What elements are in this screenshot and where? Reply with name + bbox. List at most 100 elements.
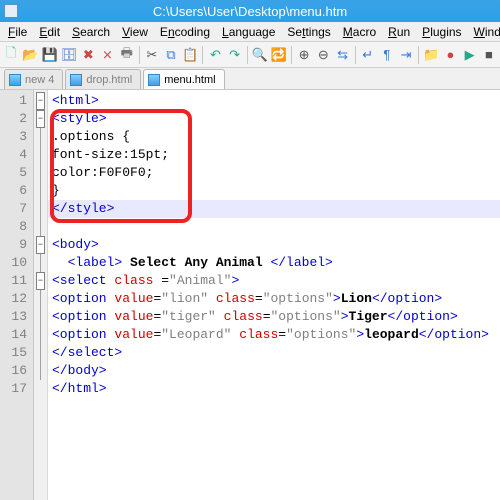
find-icon[interactable]: 🔍 [251, 45, 269, 65]
play-icon[interactable]: ▶ [461, 45, 479, 65]
toolbar-separator [247, 46, 248, 64]
code-line[interactable]: <style> [52, 110, 496, 128]
code-line[interactable]: <body> [52, 236, 496, 254]
record-icon[interactable]: ● [441, 45, 459, 65]
file-icon [70, 74, 82, 86]
fold-cell[interactable]: − [34, 92, 47, 110]
fold-cell[interactable]: − [34, 110, 47, 128]
code-line[interactable]: } [52, 182, 496, 200]
menu-edit[interactable]: Edit [33, 23, 66, 41]
line-number: 14 [0, 326, 33, 344]
code-line[interactable]: .options { [52, 128, 496, 146]
line-number: 7 [0, 200, 33, 218]
code-line[interactable]: color:F0F0F0; [52, 164, 496, 182]
line-number: 11 [0, 272, 33, 290]
cut-icon[interactable]: ✂ [143, 45, 161, 65]
fold-cell [34, 128, 47, 146]
line-number: 6 [0, 182, 33, 200]
redo-icon[interactable]: ↷ [226, 45, 244, 65]
fold-cell[interactable]: − [34, 236, 47, 254]
menu-window[interactable]: Window [468, 23, 500, 41]
code-line[interactable]: <option value="Leopard" class="options">… [52, 326, 496, 344]
tab-new-4[interactable]: new 4 [4, 69, 63, 89]
title-bar: C:\Users\User\Desktop\menu.htm [0, 0, 500, 22]
code-line[interactable]: </select> [52, 344, 496, 362]
line-number: 15 [0, 344, 33, 362]
code-area[interactable]: <html><style>.options {font-size:15pt;co… [48, 90, 500, 500]
menu-encoding[interactable]: Encoding [154, 23, 216, 41]
sync-icon[interactable]: ⇆ [333, 45, 351, 65]
copy-icon[interactable]: ⧉ [162, 45, 180, 65]
new-file-icon[interactable]: 🗋 [2, 45, 20, 65]
fold-cell [34, 326, 47, 344]
fold-column[interactable]: −−−− [34, 90, 48, 500]
file-icon [148, 74, 160, 86]
fold-cell [34, 254, 47, 272]
menu-settings[interactable]: Settings [281, 23, 336, 41]
fold-cell [34, 380, 47, 398]
fold-cell [34, 218, 47, 236]
open-file-icon[interactable]: 📂 [21, 45, 39, 65]
tab-menu-html[interactable]: menu.html [143, 69, 224, 89]
toolbar: 🗋📂💾🗄✖⨯🖶 ✂⧉📋 ↶↷ 🔍🔁 ⊕⊖⇆ ↵¶⇥ 📁●▶■ [0, 42, 500, 68]
tab-label: new 4 [25, 74, 54, 86]
code-line[interactable]: <option value="tiger" class="options">Ti… [52, 308, 496, 326]
fold-guide [40, 128, 41, 146]
print-icon[interactable]: 🖶 [118, 45, 136, 65]
close-icon[interactable]: ✖ [79, 45, 97, 65]
fold-toggle-icon[interactable]: − [36, 236, 45, 254]
fold-toggle-icon[interactable]: − [36, 92, 45, 110]
menu-language[interactable]: Language [216, 23, 281, 41]
code-line[interactable]: </html> [52, 380, 496, 398]
line-number: 12 [0, 290, 33, 308]
tab-drop-html[interactable]: drop.html [65, 69, 141, 89]
fold-guide [40, 200, 41, 218]
stop-icon[interactable]: ■ [480, 45, 498, 65]
code-line[interactable]: <option value="lion" class="options">Lio… [52, 290, 496, 308]
fold-guide [40, 344, 41, 362]
folder-icon[interactable]: 📁 [422, 45, 440, 65]
code-line[interactable]: </body> [52, 362, 496, 380]
menu-plugins[interactable]: Plugins [416, 23, 467, 41]
menu-file[interactable]: File [2, 23, 33, 41]
menu-search[interactable]: Search [66, 23, 116, 41]
fold-cell [34, 308, 47, 326]
fold-cell[interactable]: − [34, 272, 47, 290]
paste-icon[interactable]: 📋 [181, 45, 199, 65]
zoom-out-icon[interactable]: ⊖ [314, 45, 332, 65]
line-number: 4 [0, 146, 33, 164]
menu-view[interactable]: View [116, 23, 154, 41]
menu-run[interactable]: Run [382, 23, 416, 41]
showall-icon[interactable]: ¶ [378, 45, 396, 65]
line-number: 8 [0, 218, 33, 236]
fold-guide [40, 182, 41, 200]
code-line[interactable]: <html> [52, 92, 496, 110]
fold-toggle-icon[interactable]: − [36, 272, 45, 290]
code-line[interactable]: <select class ="Animal"> [52, 272, 496, 290]
fold-cell [34, 344, 47, 362]
save-all-icon[interactable]: 🗄 [60, 45, 79, 65]
fold-toggle-icon[interactable]: − [36, 110, 45, 128]
fold-cell [34, 290, 47, 308]
fold-cell [34, 182, 47, 200]
replace-icon[interactable]: 🔁 [270, 45, 288, 65]
line-number: 10 [0, 254, 33, 272]
code-line[interactable] [52, 218, 496, 236]
code-line[interactable]: font-size:15pt; [52, 146, 496, 164]
code-line[interactable]: <label> Select Any Animal </label> [52, 254, 496, 272]
undo-icon[interactable]: ↶ [206, 45, 224, 65]
current-line-highlight [48, 200, 500, 218]
zoom-in-icon[interactable]: ⊕ [295, 45, 313, 65]
save-icon[interactable]: 💾 [40, 45, 58, 65]
fold-cell [34, 164, 47, 182]
tab-label: drop.html [86, 74, 132, 86]
code-editor[interactable]: 1234567891011121314151617 −−−− <html><st… [0, 90, 500, 500]
menu-macro[interactable]: Macro [337, 23, 382, 41]
wordwrap-icon[interactable]: ↵ [359, 45, 377, 65]
indent-icon[interactable]: ⇥ [397, 45, 415, 65]
toolbar-separator [355, 46, 356, 64]
line-number: 17 [0, 380, 33, 398]
close-all-icon[interactable]: ⨯ [98, 45, 116, 65]
fold-guide [40, 254, 41, 272]
toolbar-separator [418, 46, 419, 64]
